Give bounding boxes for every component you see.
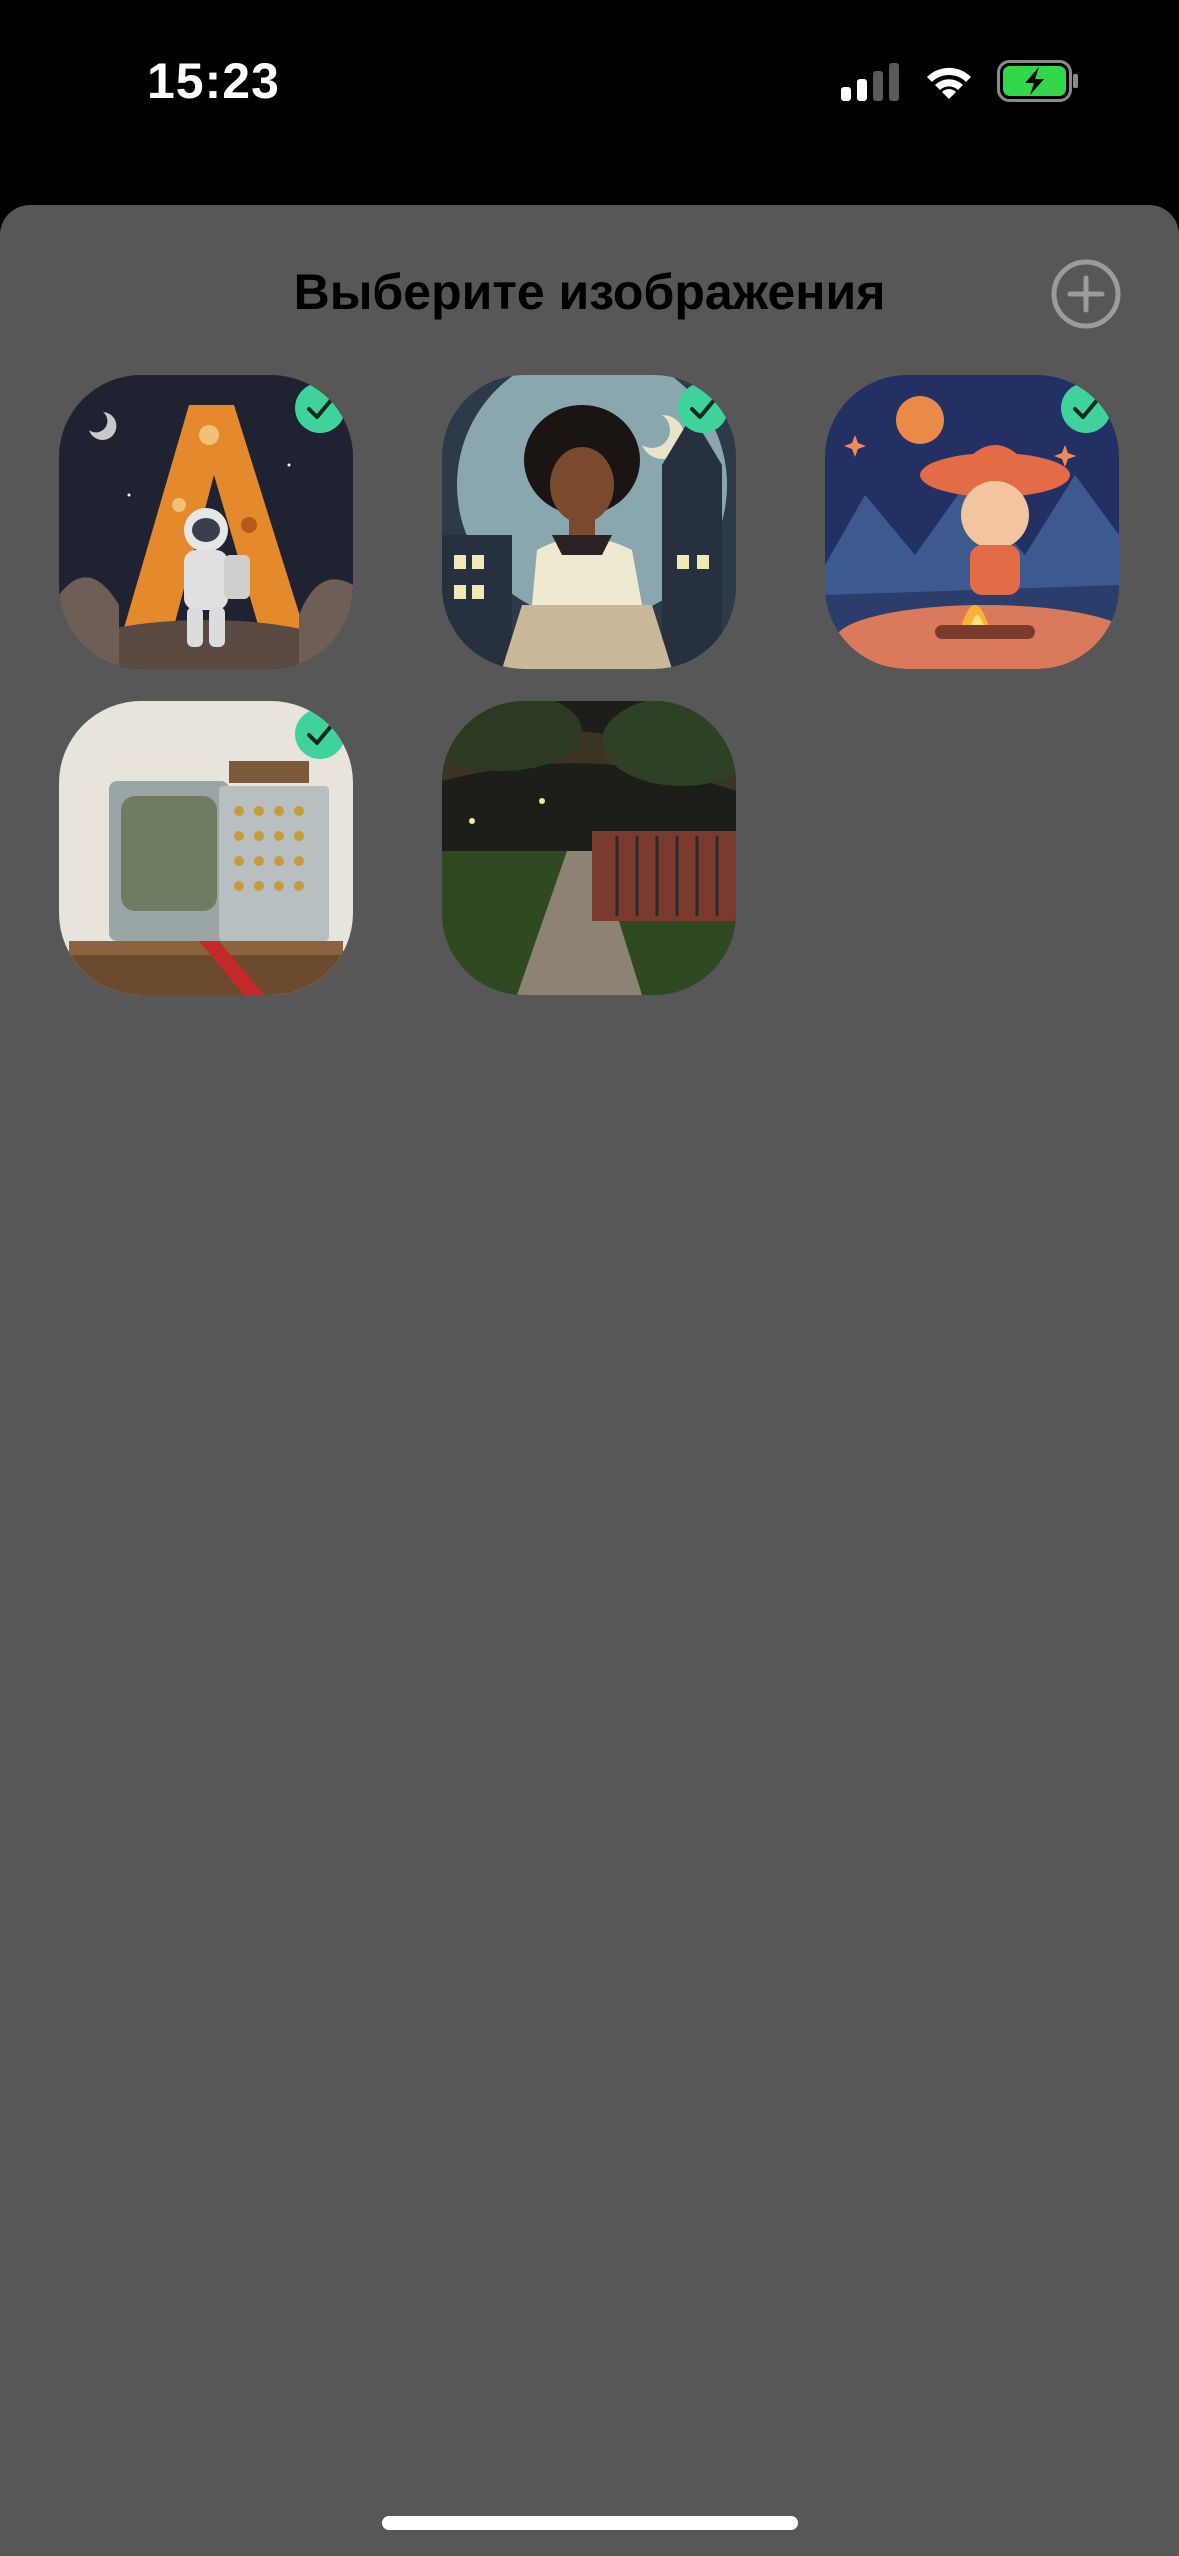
image-tile-cowboy[interactable] bbox=[825, 375, 1119, 669]
selected-check-icon bbox=[295, 383, 345, 433]
image-tile-woman-city[interactable] bbox=[442, 375, 736, 669]
selected-check-icon bbox=[1061, 383, 1111, 433]
image-tile-retro-tv[interactable] bbox=[59, 701, 353, 995]
home-indicator[interactable] bbox=[382, 2516, 798, 2530]
image-picker-sheet: Выберите изображения bbox=[0, 205, 1179, 2556]
image-tile-park-path[interactable] bbox=[442, 701, 736, 995]
status-icons bbox=[841, 60, 1079, 102]
plus-circle-icon[interactable] bbox=[1050, 258, 1122, 330]
battery-charging-icon bbox=[997, 60, 1078, 102]
status-time: 15:23 bbox=[147, 53, 280, 109]
sheet-title: Выберите изображения bbox=[293, 264, 886, 320]
wifi-icon bbox=[927, 67, 971, 99]
selected-check-icon bbox=[678, 383, 728, 433]
park-path-image bbox=[442, 701, 736, 995]
selected-check-icon bbox=[295, 709, 345, 759]
status-bar: 15:23 bbox=[0, 0, 1179, 200]
image-tile-astronaut[interactable] bbox=[59, 375, 353, 669]
cellular-signal-icon bbox=[841, 63, 899, 101]
